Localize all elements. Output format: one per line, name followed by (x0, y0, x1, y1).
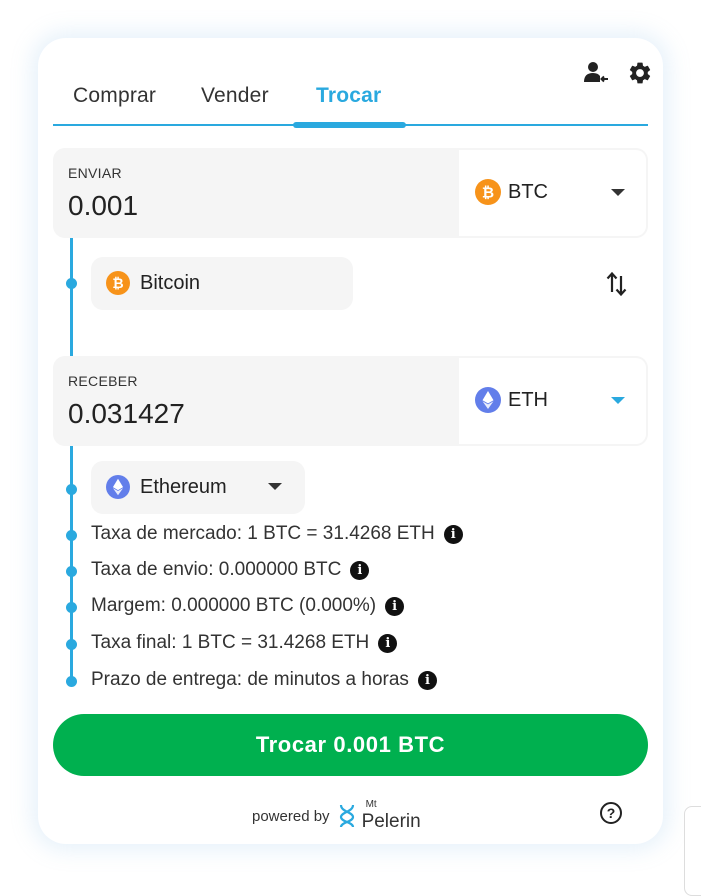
tab-vender[interactable]: Vender (201, 84, 269, 108)
receive-row: RECEBER 0.031427 ETH (53, 356, 648, 446)
swap-submit-button[interactable]: Trocar 0.001 BTC (53, 714, 648, 776)
send-network-pill[interactable]: ₿ Bitcoin (91, 257, 353, 310)
help-icon[interactable]: ? (600, 802, 622, 824)
market-rate-row: Taxa de mercado: 1 BTC = 31.4268 ETH i (91, 523, 463, 545)
info-icon[interactable]: i (417, 670, 437, 690)
info-icon[interactable]: i (443, 524, 463, 544)
send-row: ENVIAR 0.001 ₿ BTC (53, 148, 648, 238)
receive-network-label: Ethereum (140, 476, 227, 498)
market-rate-text: Taxa de mercado: 1 BTC = 31.4268 ETH (91, 523, 435, 544)
brand-small-label: Mt (365, 799, 377, 810)
timeline-dot (66, 566, 77, 577)
timeline-dot (66, 602, 77, 613)
margin-row: Margem: 0.000000 BTC (0.000%) i (91, 595, 405, 617)
info-icon[interactable]: i (385, 596, 405, 616)
brand-label: Pelerin (361, 811, 421, 832)
timeline-dot (66, 639, 77, 650)
bitcoin-icon: ₿ (106, 271, 130, 300)
tab-bar: Comprar Vender Trocar (53, 80, 648, 128)
chevron-down-icon (611, 189, 625, 196)
swap-widget: Comprar Vender Trocar ENVIAR 0.001 ₿ BTC… (38, 38, 663, 844)
active-tab-indicator (293, 122, 406, 128)
timeline-dot (66, 530, 77, 541)
margin-text: Margem: 0.000000 BTC (0.000%) (91, 595, 377, 616)
tab-trocar[interactable]: Trocar (316, 84, 381, 108)
mt-pelerin-logo-icon[interactable] (338, 803, 356, 829)
powered-by-label: powered by (252, 807, 330, 825)
timeline-dot (66, 484, 77, 495)
timeline-dot (66, 278, 77, 289)
send-network-label: Bitcoin (140, 272, 201, 294)
powered-by: powered by Mt Pelerin (252, 799, 422, 832)
timeline-line (70, 238, 73, 356)
ethereum-icon (106, 475, 130, 504)
ethereum-icon (475, 387, 501, 418)
send-amount-input[interactable]: 0.001 (68, 190, 138, 222)
receive-currency-label: ETH (508, 389, 548, 411)
send-label: ENVIAR (68, 165, 122, 181)
send-currency-label: BTC (508, 181, 548, 203)
receive-currency-select[interactable]: ETH (459, 358, 646, 444)
info-icon[interactable]: i (350, 560, 370, 580)
bitcoin-icon: ₿ (475, 179, 501, 210)
send-fee-text: Taxa de envio: 0.000000 BTC (91, 559, 342, 580)
chevron-down-icon (611, 397, 625, 404)
send-currency-select[interactable]: ₿ BTC (459, 150, 646, 236)
tab-comprar[interactable]: Comprar (73, 84, 156, 108)
delivery-time-row: Prazo de entrega: de minutos a horas i (91, 669, 437, 691)
send-fee-row: Taxa de envio: 0.000000 BTC i (91, 559, 370, 581)
timeline-dot (66, 676, 77, 687)
delivery-time-text: Prazo de entrega: de minutos a horas (91, 669, 409, 690)
receive-network-pill[interactable]: Ethereum (91, 461, 305, 514)
final-rate-text: Taxa final: 1 BTC = 31.4268 ETH (91, 632, 370, 653)
swap-direction-icon[interactable] (605, 270, 629, 298)
chevron-down-icon (268, 483, 282, 490)
receive-label: RECEBER (68, 373, 138, 389)
svg-text:₿: ₿ (482, 184, 494, 202)
svg-text:₿: ₿ (112, 276, 123, 292)
info-icon[interactable]: i (378, 633, 398, 653)
final-rate-row: Taxa final: 1 BTC = 31.4268 ETH i (91, 632, 398, 654)
receive-amount-input[interactable]: 0.031427 (68, 398, 185, 430)
